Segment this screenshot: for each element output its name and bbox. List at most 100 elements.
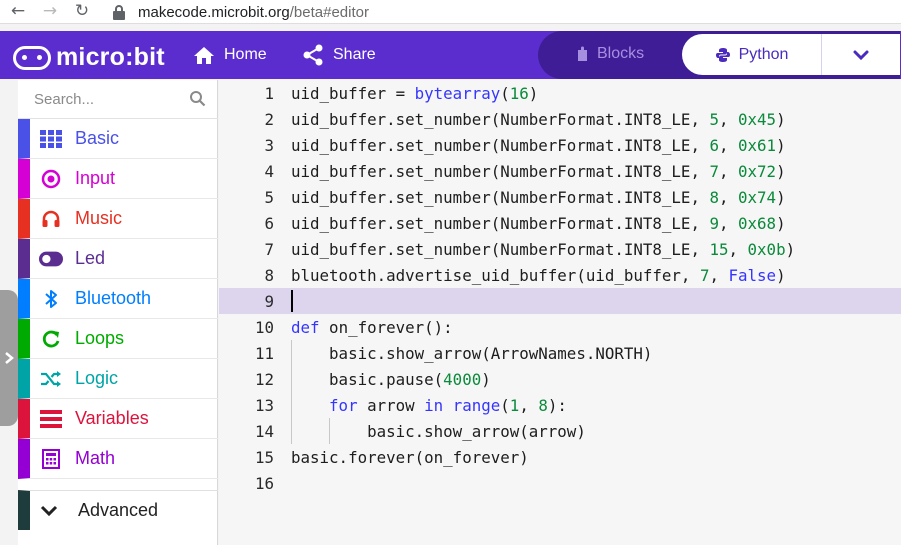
toolbox: Search... Basic Input Music Led Bluetoot… — [18, 80, 218, 545]
code-line[interactable]: 9 — [219, 288, 901, 314]
python-icon — [715, 47, 731, 63]
url-host: makecode.microbit.org — [138, 3, 290, 21]
line-number: 7 — [264, 240, 274, 259]
code-text[interactable]: basic.show_arrow(ArrowNames.NORTH) — [291, 344, 652, 363]
code-text[interactable]: bluetooth.advertise_uid_buffer(uid_buffe… — [291, 266, 786, 285]
code-text[interactable]: uid_buffer.set_number(NumberFormat.INT8_… — [291, 188, 786, 207]
code-line[interactable]: 12 basic.pause(4000) — [219, 366, 901, 392]
browser-toolbar: ← → ↻ makecode.microbit.org/beta#editor — [0, 0, 901, 24]
reload-icon[interactable]: ↻ — [72, 1, 92, 21]
line-number: 14 — [254, 422, 274, 441]
category-label: Logic — [75, 368, 119, 388]
category-label: Loops — [75, 328, 125, 348]
url-path: /beta#editor — [289, 3, 369, 21]
search-input[interactable]: Search... — [34, 91, 94, 108]
code-line[interactable]: 6 uid_buffer.set_number(NumberFormat.INT8… — [219, 210, 901, 236]
line-number: 16 — [254, 474, 274, 493]
category-logic[interactable]: Logic — [18, 359, 218, 399]
blocks-label: Blocks — [597, 45, 645, 62]
editor-toggle: Blocks Python — [538, 31, 900, 79]
code-line[interactable]: 13 for arrow in range(1, 8): — [219, 392, 901, 418]
category-label: Basic — [75, 128, 120, 148]
logo-text: micro:bit — [56, 43, 165, 71]
search-icon[interactable] — [189, 90, 206, 112]
code-text[interactable]: uid_buffer.set_number(NumberFormat.INT8_… — [291, 214, 786, 233]
category-loops[interactable]: Loops — [18, 319, 218, 359]
category-label: Variables — [75, 408, 149, 428]
category-label: Math — [75, 448, 116, 468]
category-basic[interactable]: Basic — [18, 119, 218, 159]
python-label: Python — [738, 45, 789, 63]
text-cursor — [291, 290, 293, 312]
line-number: 10 — [254, 318, 274, 337]
bluetooth-icon — [39, 287, 63, 311]
code-line[interactable]: 2 uid_buffer.set_number(NumberFormat.INT8… — [219, 106, 901, 132]
lock-icon — [112, 4, 126, 20]
line-number: 8 — [264, 266, 274, 285]
python-tab[interactable]: Python — [682, 34, 821, 75]
line-number: 6 — [264, 214, 274, 233]
category-bluetooth[interactable]: Bluetooth — [18, 279, 218, 319]
code-line[interactable]: 14 basic.show_arrow(arrow) — [219, 418, 901, 444]
code-text[interactable]: basic.forever(on_forever) — [291, 448, 529, 467]
indent-guide — [291, 340, 292, 444]
line-number: 3 — [264, 136, 274, 155]
category-input[interactable]: Input — [18, 159, 218, 199]
headphones-icon — [39, 207, 63, 231]
advanced-label: Advanced — [78, 500, 159, 520]
toggle-icon — [39, 247, 63, 271]
puzzle-icon — [576, 46, 588, 62]
code-line[interactable]: 5 uid_buffer.set_number(NumberFormat.INT8… — [219, 184, 901, 210]
code-text[interactable]: uid_buffer = bytearray(16) — [291, 84, 538, 103]
share-button[interactable]: Share — [302, 31, 376, 79]
code-text[interactable]: uid_buffer.set_number(NumberFormat.INT8_… — [291, 240, 795, 259]
toolbox-collapse-tab[interactable] — [0, 290, 18, 426]
line-number: 9 — [264, 292, 274, 311]
chevron-down-icon — [40, 505, 58, 517]
code-line[interactable]: 3 uid_buffer.set_number(NumberFormat.INT8… — [219, 132, 901, 158]
code-text[interactable]: uid_buffer.set_number(NumberFormat.INT8_… — [291, 110, 786, 129]
home-icon — [193, 46, 215, 65]
code-text[interactable]: def on_forever(): — [291, 318, 453, 337]
code-text[interactable]: basic.pause(4000) — [291, 370, 491, 389]
category-variables[interactable]: Variables — [18, 399, 218, 439]
code-line[interactable]: 10 def on_forever(): — [219, 314, 901, 340]
code-line[interactable]: 11 basic.show_arrow(ArrowNames.NORTH) — [219, 340, 901, 366]
category-math[interactable]: Math — [18, 439, 218, 479]
code-line[interactable]: 15 basic.forever(on_forever) — [219, 444, 901, 470]
blocks-tab[interactable]: Blocks — [576, 31, 644, 77]
toolbox-search[interactable]: Search... — [18, 80, 218, 119]
list-icon — [39, 407, 63, 431]
code-text[interactable]: for arrow in range(1, 8): — [291, 396, 567, 415]
code-line[interactable]: 1 uid_buffer = bytearray(16) — [219, 80, 901, 106]
code-line[interactable]: 16 — [219, 470, 901, 496]
line-number: 13 — [254, 396, 274, 415]
code-text[interactable]: basic.show_arrow(arrow) — [291, 422, 586, 441]
code-text[interactable]: uid_buffer.set_number(NumberFormat.INT8_… — [291, 136, 786, 155]
code-text[interactable]: uid_buffer.set_number(NumberFormat.INT8_… — [291, 162, 786, 181]
back-arrow-icon[interactable]: ← — [8, 1, 28, 21]
code-line[interactable]: 7 uid_buffer.set_number(NumberFormat.INT8… — [219, 236, 901, 262]
line-number: 15 — [254, 448, 274, 467]
microbit-logo[interactable]: micro:bit — [13, 43, 165, 72]
forward-arrow-icon[interactable]: → — [40, 1, 60, 21]
code-line[interactable]: 4 uid_buffer.set_number(NumberFormat.INT8… — [219, 158, 901, 184]
home-label: Home — [224, 46, 267, 63]
category-label: Music — [75, 208, 123, 228]
home-button[interactable]: Home — [193, 31, 267, 79]
line-number: 2 — [264, 110, 274, 129]
code-editor[interactable]: 1 uid_buffer = bytearray(16) 2 uid_buffer.s… — [219, 80, 901, 545]
refresh-icon — [39, 327, 63, 351]
address-bar[interactable]: makecode.microbit.org/beta#editor — [112, 0, 369, 24]
category-led[interactable]: Led — [18, 239, 218, 279]
calculator-icon — [39, 447, 63, 471]
category-advanced[interactable]: Advanced — [18, 490, 218, 530]
line-number: 12 — [254, 370, 274, 389]
category-label: Input — [75, 168, 116, 188]
code-line[interactable]: 8 bluetooth.advertise_uid_buffer(uid_buff… — [219, 262, 901, 288]
shuffle-icon — [39, 367, 63, 391]
share-icon — [302, 44, 324, 66]
grid-icon — [39, 127, 63, 151]
language-dropdown-button[interactable] — [821, 34, 900, 75]
category-music[interactable]: Music — [18, 199, 218, 239]
